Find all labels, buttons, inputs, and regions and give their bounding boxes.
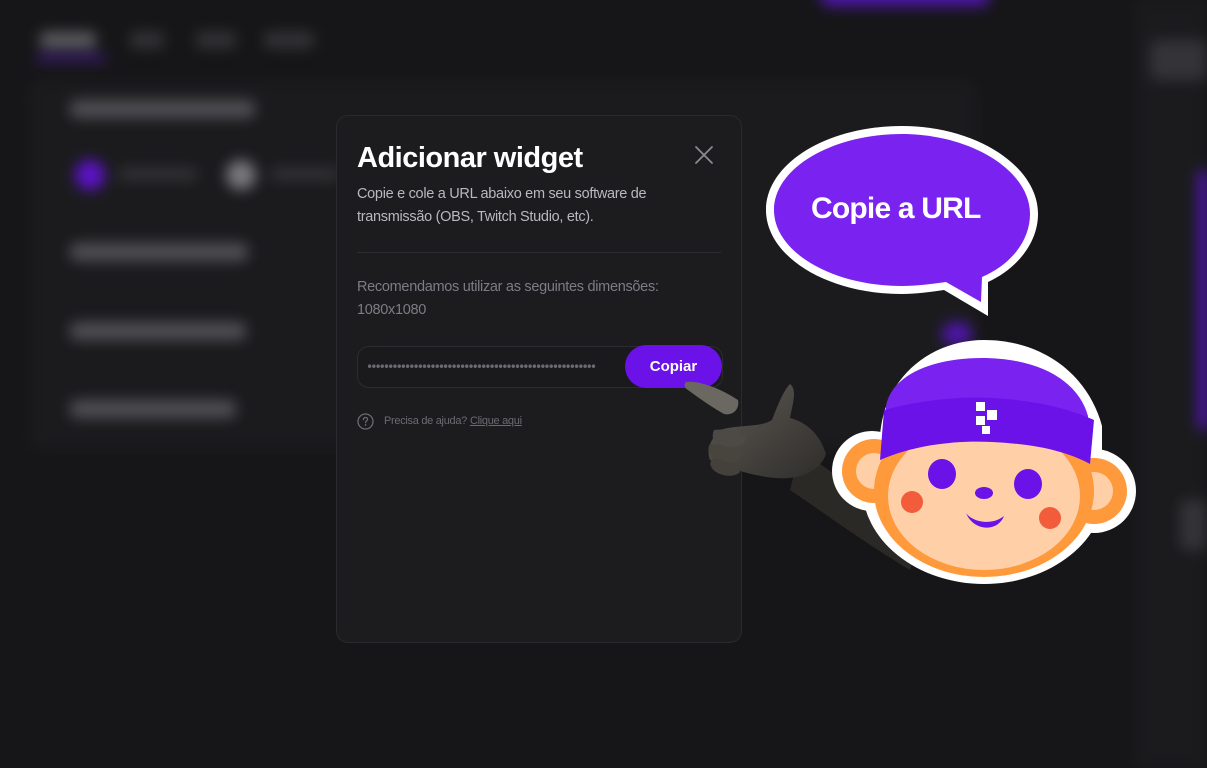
- background-sidebar-accent: [1198, 170, 1207, 430]
- background-radio: [75, 160, 105, 190]
- background-tab-indicator: [36, 56, 106, 60]
- background-row: [70, 100, 255, 118]
- background-row: [70, 322, 246, 340]
- background-tab: [196, 32, 236, 48]
- help-text: Precisa de ajuda?: [384, 415, 467, 427]
- dimensions-recommendation: Recomendamos utilizar as seguintes dimen…: [357, 279, 659, 318]
- background-sidebar-block: [1150, 40, 1207, 80]
- help-row: Precisa de ajuda? Clique aqui: [357, 412, 522, 430]
- modal-title: Adicionar widget: [357, 142, 583, 174]
- widget-url-input[interactable]: [366, 356, 626, 378]
- question-circle-icon: [357, 412, 374, 430]
- stage: Adicionar widget Copie e cole a URL abai…: [0, 0, 1207, 768]
- modal-description: Copie e cole a URL abaixo em seu softwar…: [357, 186, 647, 225]
- background-row: [70, 400, 236, 418]
- help-link[interactable]: Clique aqui: [470, 415, 522, 427]
- background-tab: [130, 32, 164, 48]
- background-sidebar-block: [1180, 500, 1207, 550]
- monkey-mascot-icon: [832, 340, 1136, 584]
- background-row: [270, 168, 340, 180]
- background-row: [118, 168, 198, 180]
- speech-bubble-text: Copie a URL: [811, 192, 981, 225]
- close-icon: [695, 146, 713, 164]
- background-sidebar: [1135, 0, 1207, 768]
- background-tab: [264, 32, 314, 48]
- background-tab: [40, 32, 96, 48]
- close-button[interactable]: [693, 144, 715, 166]
- divider: [357, 252, 721, 253]
- background-row: [70, 243, 248, 261]
- background-radio: [226, 160, 256, 190]
- background-top-button: [820, 0, 990, 6]
